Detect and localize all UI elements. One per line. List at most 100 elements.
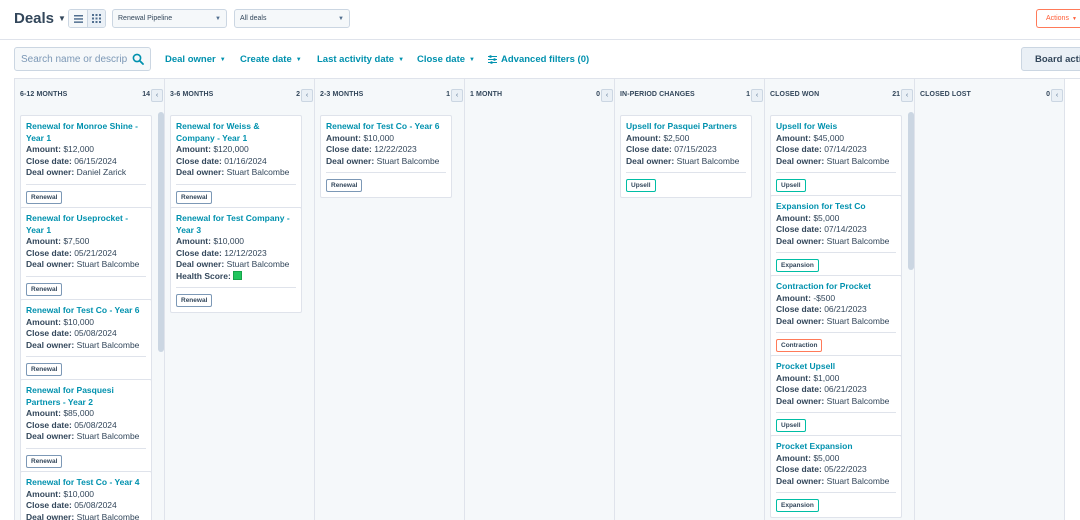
column-count: 2	[296, 91, 300, 98]
deal-card[interactable]: Renewal for Useprocket - Year 1 Amount: …	[20, 207, 152, 302]
deal-close-date: Close date: 06/15/2024	[26, 156, 146, 168]
column-title: 2-3 MONTHS	[320, 91, 364, 98]
deal-card-title[interactable]: Renewal for Test Co - Year 6	[26, 305, 146, 317]
deal-card-title[interactable]: Renewal for Test Co - Year 6	[326, 121, 446, 133]
deal-card-title[interactable]: Upsell for Pasquei Partners	[626, 121, 746, 133]
column-count: 0	[1046, 91, 1050, 98]
deal-owner-filter[interactable]: Deal owner ▼	[165, 54, 226, 65]
deal-card[interactable]: Expansion for Test Co Amount: $5,000 Clo…	[770, 195, 902, 278]
deal-type-tag: Contraction	[776, 339, 823, 352]
deal-card-title[interactable]: Renewal for Pasquesi Partners - Year 2	[26, 385, 146, 408]
pipeline-select[interactable]: Renewal Pipeline ▼	[112, 9, 227, 28]
close-date-value: 05/08/2024	[74, 419, 117, 430]
deal-card-title[interactable]: Expansion for Test Co	[776, 201, 896, 213]
amount-label: Amount:	[776, 212, 811, 223]
deal-card[interactable]: Renewal for Test Company - Year 3 Amount…	[170, 207, 302, 313]
deal-card-title[interactable]: Renewal for Test Co - Year 4	[26, 477, 146, 489]
deal-card[interactable]: Renewal for Test Co - Year 6 Amount: $10…	[320, 115, 452, 198]
deal-owner: Deal owner: Stuart Balcombe	[776, 396, 896, 408]
deal-amount: Amount: $45,000	[776, 133, 896, 145]
board-actions-button[interactable]: Board actions	[1021, 47, 1080, 71]
amount-label: Amount:	[26, 316, 61, 327]
deal-close-date: Close date: 05/08/2024	[26, 328, 146, 340]
deal-card-title[interactable]: Upsell for Weis	[776, 121, 896, 133]
deals-title-dropdown[interactable]: Deals ▼	[14, 10, 66, 27]
column-scrollbar[interactable]	[908, 112, 914, 270]
deal-card[interactable]: Renewal for Weiss & Company - Year 1 Amo…	[170, 115, 302, 210]
collapse-column-button[interactable]: ‹	[1051, 89, 1063, 102]
deal-card[interactable]: Renewal for Test Co - Year 4 Amount: $10…	[20, 471, 152, 520]
grid-icon	[92, 14, 101, 23]
close-date-label: Close date:	[626, 144, 672, 154]
deal-owner-label: Deal owner:	[26, 259, 75, 269]
deal-owner-label: Deal owner:	[776, 155, 825, 166]
list-view-button[interactable]	[69, 10, 87, 27]
amount-value: $10,000	[63, 316, 95, 327]
deal-card[interactable]: Renewal for Pasquesi Partners - Year 2 A…	[20, 379, 152, 474]
deal-amount: Amount: $1,000	[776, 373, 896, 385]
deal-card[interactable]: Renewal for Monroe Shine - Year 1 Amount…	[20, 115, 152, 210]
deal-card-title[interactable]: Procket Upsell	[776, 361, 896, 373]
deal-owner: Deal owner: Stuart Balcombe	[176, 167, 296, 179]
deal-card-title[interactable]: Renewal for Weiss & Company - Year 1	[176, 121, 296, 144]
deal-card[interactable]: Procket Upsell Amount: $1,000 Close date…	[770, 355, 902, 438]
close-date-label: Close date:	[776, 144, 822, 154]
collapse-column-button[interactable]: ‹	[751, 89, 763, 102]
amount-label: Amount:	[26, 488, 61, 499]
last-activity-date-filter[interactable]: Last activity date ▼	[317, 54, 404, 65]
deal-owner: Deal owner: Stuart Balcombe	[326, 156, 446, 168]
column-scrollbar[interactable]	[158, 112, 164, 352]
deal-card-title[interactable]: Procket Expansion	[776, 441, 896, 453]
amount-value: $5,000	[813, 212, 840, 223]
deal-close-date: Close date: 12/22/2023	[326, 144, 446, 156]
deal-card[interactable]: Procket Expansion Amount: $5,000 Close d…	[770, 435, 902, 518]
deal-close-date: Close date: 12/12/2023	[176, 248, 296, 260]
deals-view-select[interactable]: All deals ▼	[234, 9, 350, 28]
create-date-filter[interactable]: Create date ▼	[240, 54, 302, 65]
board-column-1-month: 1 MONTH 0 ‹	[465, 79, 615, 520]
deal-type-tag: Expansion	[776, 499, 819, 512]
column-title: CLOSED WON	[770, 91, 820, 98]
amount-value: $85,000	[63, 408, 95, 418]
collapse-column-button[interactable]: ‹	[151, 89, 163, 102]
deal-card[interactable]: Upsell for Pasquei Partners Amount: $2,5…	[620, 115, 752, 198]
deal-card-footer: Renewal	[26, 356, 146, 381]
deal-card[interactable]: Renewal for Test Co - Year 6 Amount: $10…	[20, 299, 152, 382]
close-date-label: Close date:	[176, 155, 222, 166]
close-date-label: Close date:	[776, 224, 822, 234]
deal-card[interactable]: Contraction for Procket Amount: -$500 Cl…	[770, 275, 902, 358]
close-date-value: 05/21/2024	[74, 247, 117, 258]
deal-card-footer: Upsell	[626, 172, 746, 197]
amount-label: Amount:	[176, 236, 211, 246]
deal-close-date: Close date: 07/14/2023	[776, 144, 896, 156]
chevron-down-icon: ▼	[215, 15, 221, 22]
deal-card-footer: Contraction	[776, 332, 896, 357]
collapse-column-button[interactable]: ‹	[451, 89, 463, 102]
filter-bar: Deal owner ▼ Create date ▼ Last activity…	[0, 41, 1080, 77]
search-input[interactable]	[15, 48, 127, 70]
deal-card-title[interactable]: Renewal for Useprocket - Year 1	[26, 213, 146, 236]
close-date-filter[interactable]: Close date ▼	[417, 54, 475, 65]
collapse-column-button[interactable]: ‹	[901, 89, 913, 102]
deal-type-tag: Upsell	[776, 419, 806, 432]
column-header: 6-12 MONTHS 14 ‹	[15, 79, 164, 111]
deal-card-title[interactable]: Contraction for Procket	[776, 281, 896, 293]
column-body: Renewal for Test Co - Year 6 Amount: $10…	[315, 112, 464, 520]
collapse-column-button[interactable]: ‹	[601, 89, 613, 102]
column-body: Renewal for Monroe Shine - Year 1 Amount…	[15, 112, 164, 520]
deal-close-date: Close date: 05/21/2024	[26, 248, 146, 260]
search-icon[interactable]	[132, 53, 144, 65]
deal-owner-value: Stuart Balcombe	[826, 395, 890, 406]
deal-card-title[interactable]: Renewal for Test Company - Year 3	[176, 213, 296, 236]
board-view-button[interactable]	[87, 10, 105, 27]
deal-type-tag: Renewal	[176, 294, 213, 307]
advanced-filters-button[interactable]: Advanced filters (0)	[488, 54, 589, 65]
actions-button[interactable]: Actions ▼	[1036, 9, 1080, 28]
deal-type-tag: Renewal	[326, 179, 363, 192]
deal-card[interactable]: Upsell for Weis Amount: $45,000 Close da…	[770, 115, 902, 198]
deal-card-title[interactable]: Renewal for Monroe Shine - Year 1	[26, 121, 146, 144]
deal-owner-label: Deal owner:	[176, 167, 225, 177]
deal-owner-value: Daniel Zarick	[76, 167, 127, 177]
close-date-label: Close date:	[26, 500, 72, 510]
collapse-column-button[interactable]: ‹	[301, 89, 313, 102]
